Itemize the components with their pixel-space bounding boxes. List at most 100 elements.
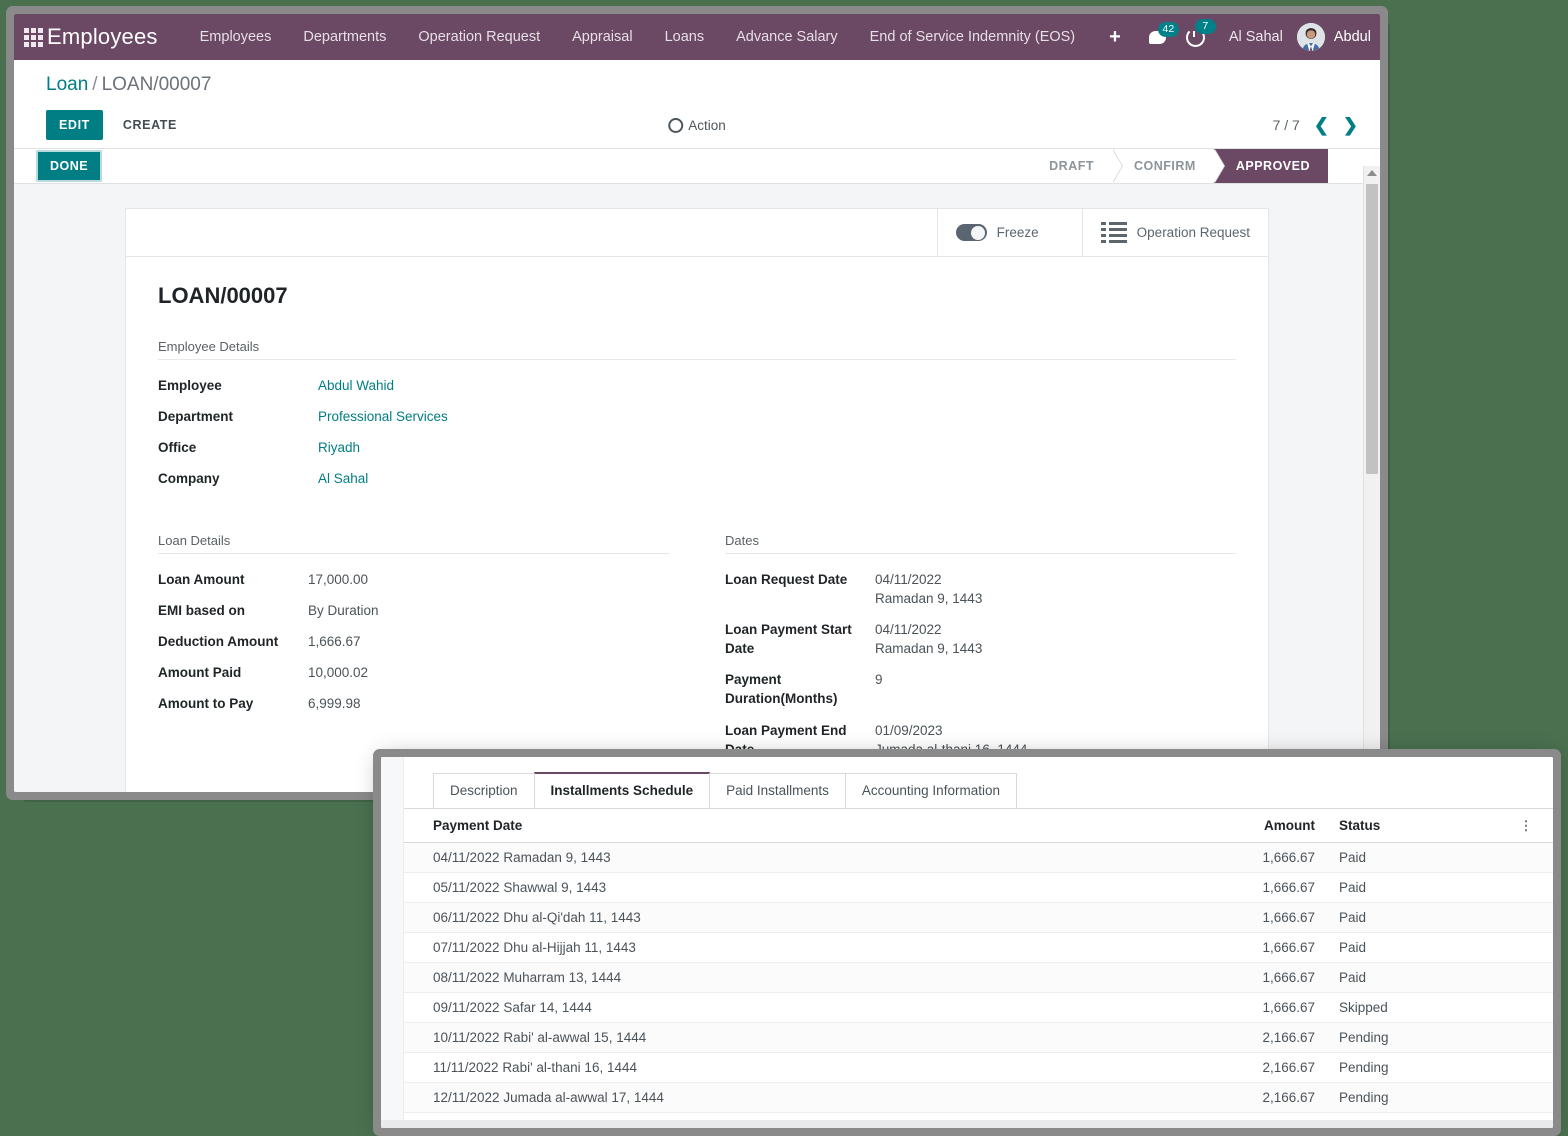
table-row[interactable]: 04/11/2022 Ramadan 9, 1443 1,666.67 Paid: [381, 842, 1553, 873]
table-row[interactable]: 07/11/2022 Dhu al-Hijjah 11, 1443 1,666.…: [381, 932, 1553, 963]
operation-request-label: Operation Request: [1136, 224, 1250, 240]
dates-group: Dates Loan Request Date 04/11/2022 Ramad…: [725, 533, 1236, 765]
overlay-horizontal-scrollbar[interactable]: [381, 1120, 1553, 1128]
table-row[interactable]: 10/11/2022 Rabi' al-awwal 15, 1444 2,166…: [381, 1022, 1553, 1053]
cell-amount: 1,666.67: [1175, 932, 1325, 963]
table-row[interactable]: 09/11/2022 Safar 14, 1444 1,666.67 Skipp…: [381, 992, 1553, 1023]
overlay-tab-accounting-information[interactable]: Accounting Information: [844, 773, 1017, 808]
field-label-payment-duration: Payment Duration(Months): [725, 672, 838, 707]
pager-count: 7 / 7: [1272, 117, 1300, 133]
cell-status: Paid: [1325, 962, 1499, 993]
cell-payment-date: 07/11/2022 Dhu al-Hijjah 11, 1443: [381, 932, 1175, 963]
field-row-loan-amount: Loan Amount 17,000.00: [158, 564, 669, 595]
nav-add-button[interactable]: +: [1091, 15, 1139, 59]
status-stage-confirm[interactable]: CONFIRM: [1112, 149, 1225, 183]
user-name-label: Abdul: [1333, 29, 1371, 45]
field-label-amount-paid: Amount Paid: [158, 665, 242, 681]
field-value-office[interactable]: Riyadh: [318, 432, 1236, 463]
overlay-tab-description[interactable]: Description: [433, 773, 535, 808]
done-button[interactable]: DONE: [36, 150, 103, 182]
field-value-department[interactable]: Professional Services: [318, 401, 1236, 432]
nav-item-advance-salary[interactable]: Advance Salary: [720, 14, 854, 60]
field-value-employee[interactable]: Abdul Wahid: [318, 370, 1236, 401]
company-switcher[interactable]: Al Sahal: [1229, 29, 1283, 45]
nav-item-departments[interactable]: Departments: [287, 14, 402, 60]
loan-details-group-title: Loan Details: [158, 533, 669, 554]
activities-button[interactable]: 7: [1185, 18, 1216, 47]
employee-details-group: Employee Details Employee Abdul Wahid De…: [158, 339, 1236, 495]
nav-item-appraisal[interactable]: Appraisal: [556, 14, 648, 60]
app-brand-title[interactable]: Employees: [47, 24, 158, 50]
vertical-dots-icon[interactable]: ⋮: [1520, 819, 1533, 832]
scrollbar-thumb[interactable]: [1366, 184, 1378, 474]
overlay-tab-installments-schedule[interactable]: Installments Schedule: [533, 772, 711, 807]
column-header-status[interactable]: Status: [1325, 809, 1499, 843]
freeze-toggle-button[interactable]: Freeze: [936, 209, 1082, 256]
field-label-loan-request-date: Loan Request Date: [725, 571, 848, 587]
field-row-payment-duration: Payment Duration(Months) 9: [725, 664, 1236, 714]
field-row-deduction-amount: Deduction Amount 1,666.67: [158, 626, 669, 657]
cell-amount: 1,666.67: [1175, 992, 1325, 1023]
app-navbar: Employees Employees Departments Operatio…: [14, 14, 1380, 60]
installments-table-body: 04/11/2022 Ramadan 9, 1443 1,666.67 Paid…: [381, 842, 1553, 1128]
status-stage-approved[interactable]: APPROVED: [1213, 149, 1328, 183]
chevron-right-icon[interactable]: ❯: [1343, 116, 1358, 134]
control-panel: Loan / LOAN/00007 EDIT CREATE Action 7 / 7…: [14, 60, 1380, 148]
cell-status: Paid: [1325, 902, 1499, 933]
field-label-amount-to-pay: Amount to Pay: [158, 696, 254, 712]
cell-status: Skipped: [1325, 992, 1499, 1023]
cell-amount: 2,166.67: [1175, 1082, 1325, 1113]
user-menu[interactable]: Abdul: [1296, 23, 1371, 51]
edit-button[interactable]: EDIT: [46, 110, 103, 140]
chevron-left-icon[interactable]: ❮: [1314, 116, 1329, 134]
dates-group-title: Dates: [725, 533, 1236, 554]
scroll-up-arrow-icon[interactable]: [1367, 170, 1377, 176]
cell-amount: 1,666.67: [1175, 962, 1325, 993]
main-window-scrollbar[interactable]: [1363, 166, 1380, 792]
cell-amount: 1,666.67: [1175, 902, 1325, 933]
column-header-payment-date[interactable]: Payment Date: [381, 809, 1175, 843]
optional-columns-dropdown[interactable]: ⋮: [1499, 809, 1553, 843]
avatar: [1296, 23, 1325, 51]
table-row[interactable]: 06/11/2022 Dhu al-Qi'dah 11, 1443 1,666.…: [381, 902, 1553, 933]
field-value-payment-duration: 9: [875, 672, 883, 688]
cell-payment-date: 05/11/2022 Shawwal 9, 1443: [381, 872, 1175, 903]
nav-item-loans[interactable]: Loans: [649, 14, 721, 60]
cell-amount: 1,666.67: [1175, 872, 1325, 903]
breadcrumb-root[interactable]: Loan: [46, 74, 88, 95]
cell-spacer: [1499, 842, 1553, 873]
cell-status: Pending: [1325, 1052, 1499, 1083]
gregorian-date: 04/11/2022: [875, 621, 942, 637]
hijri-date: Ramadan 9, 1443: [875, 590, 983, 606]
field-row-emi-based-on: EMI based on By Duration: [158, 595, 669, 626]
cell-payment-date: 09/11/2022 Safar 14, 1444: [381, 992, 1175, 1023]
nav-item-eos[interactable]: End of Service Indemnity (EOS): [854, 14, 1092, 60]
field-label-office: Office: [158, 440, 197, 456]
field-row-loan-payment-start-date: Loan Payment Start Date 04/11/2022 Ramad…: [725, 614, 1236, 664]
table-row[interactable]: 11/11/2022 Rabi' al-thani 16, 1444 2,166…: [381, 1052, 1553, 1083]
table-row[interactable]: 12/11/2022 Jumada al-awwal 17, 1444 2,16…: [381, 1082, 1553, 1113]
field-value-emi-based-on: By Duration: [308, 602, 379, 618]
status-bar: DONE DRAFT CONFIRM APPROVED: [14, 148, 1380, 184]
nav-item-operation-request[interactable]: Operation Request: [402, 14, 556, 60]
create-button[interactable]: CREATE: [111, 110, 189, 140]
messages-button[interactable]: 42: [1148, 21, 1179, 44]
table-row[interactable]: 05/11/2022 Shawwal 9, 1443 1,666.67 Paid: [381, 872, 1553, 903]
action-menu-button[interactable]: Action: [668, 117, 726, 133]
field-label-loan-payment-start-date: Loan Payment Start Date: [725, 621, 852, 657]
field-row-loan-request-date: Loan Request Date 04/11/2022 Ramadan 9, …: [725, 564, 1236, 614]
field-value-company[interactable]: Al Sahal: [318, 463, 1236, 494]
column-header-amount[interactable]: Amount: [1175, 809, 1325, 843]
status-stage-draft[interactable]: DRAFT: [1027, 149, 1123, 183]
operation-request-button[interactable]: Operation Request: [1081, 209, 1268, 256]
toggle-switch-icon[interactable]: [955, 224, 987, 241]
table-row[interactable]: 08/11/2022 Muharram 13, 1444 1,666.67 Pa…: [381, 962, 1553, 993]
field-label-deduction-amount: Deduction Amount: [158, 633, 279, 649]
apps-grid-icon[interactable]: [24, 27, 43, 47]
field-label-emi-based-on: EMI based on: [158, 602, 246, 618]
gear-icon: [668, 117, 684, 133]
nav-item-employees[interactable]: Employees: [184, 14, 288, 60]
overlay-tab-paid-installments[interactable]: Paid Installments: [709, 773, 846, 808]
field-label-employee: Employee: [158, 378, 222, 393]
field-label-loan-amount: Loan Amount: [158, 571, 245, 587]
